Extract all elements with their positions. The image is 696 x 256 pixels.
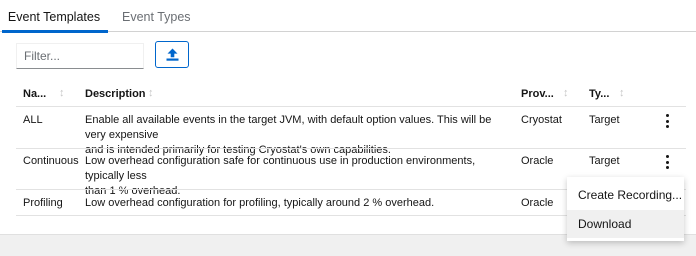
template-type: Target — [589, 155, 620, 167]
sort-icon[interactable]: ↕ — [619, 87, 625, 99]
sort-icon[interactable]: ↕ — [148, 87, 154, 99]
description-line: Low overhead configuration safe for cont… — [85, 155, 476, 182]
column-header-description[interactable]: Description — [85, 88, 146, 100]
row-divider — [16, 148, 686, 149]
upload-template-button[interactable] — [155, 41, 189, 68]
template-name: ALL — [23, 114, 43, 126]
template-name: Continuous — [23, 155, 79, 167]
description-line: Enable all available events in the targe… — [85, 114, 492, 141]
row-actions-menu: Create Recording... Download — [567, 177, 684, 241]
template-provider: Cryostat — [521, 114, 562, 126]
description-line: Low overhead configuration for profiling… — [85, 197, 435, 209]
menu-item-create-recording[interactable]: Create Recording... — [567, 181, 684, 209]
template-provider: Oracle — [521, 197, 554, 209]
menu-item-download[interactable]: Download — [567, 210, 684, 238]
sort-icon[interactable]: ↕ — [59, 87, 65, 99]
row-divider — [16, 106, 686, 107]
column-header-type[interactable]: Ty... — [589, 88, 609, 100]
template-provider: Oracle — [521, 155, 554, 167]
template-description: Enable all available events in the targe… — [85, 113, 515, 158]
column-header-provider[interactable]: Prov... — [521, 88, 554, 100]
template-description: Low overhead configuration for profiling… — [85, 196, 515, 211]
tab-bar: Event Templates Event Types — [0, 0, 696, 33]
tab-event-types[interactable]: Event Types — [122, 0, 191, 32]
template-description: Low overhead configuration safe for cont… — [85, 154, 515, 199]
tab-event-templates[interactable]: Event Templates — [0, 0, 108, 33]
row-actions-kebab-icon[interactable] — [661, 153, 673, 171]
template-type: Target — [589, 114, 620, 126]
upload-icon — [166, 48, 179, 61]
row-actions-kebab-icon[interactable] — [661, 112, 673, 130]
sort-icon[interactable]: ↕ — [563, 87, 569, 99]
template-name: Profiling — [23, 197, 63, 209]
column-header-name[interactable]: Na... — [23, 88, 46, 100]
filter-input[interactable] — [16, 43, 144, 69]
